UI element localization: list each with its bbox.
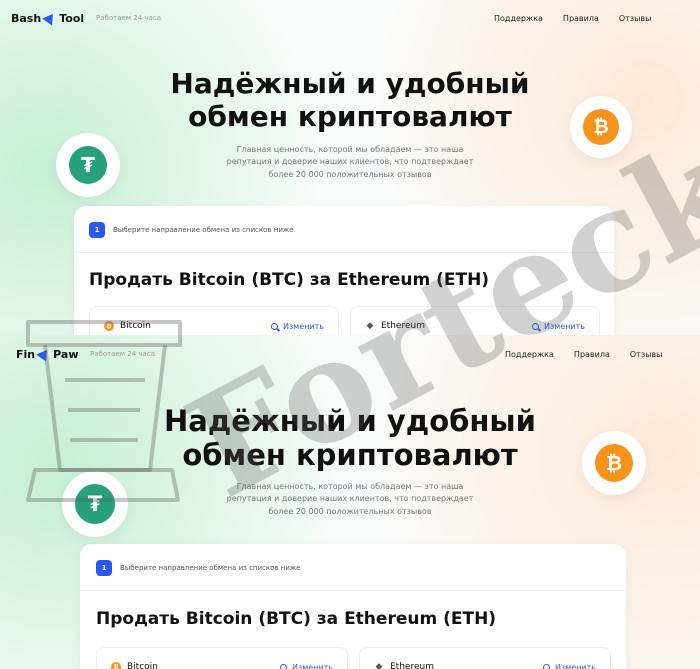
tether-coin-badge: ₮ (56, 133, 120, 197)
step-text: Выберите направление обмена из списков н… (113, 226, 294, 234)
paper-plane-icon (36, 346, 52, 362)
site-logo[interactable]: Bash Tool (11, 10, 85, 26)
from-change-label: Изменить (292, 662, 333, 669)
search-icon (271, 322, 278, 330)
to-change-label: Изменить (555, 662, 596, 669)
nav-rules[interactable]: Правила (574, 350, 610, 359)
logo-text-right: Tool (59, 11, 85, 25)
site-header: Fin Paw Работаем 24 часа Поддержка Прави… (0, 338, 700, 370)
bitcoin-coin-badge: ₿ (582, 431, 646, 495)
tether-icon: ₮ (75, 484, 115, 524)
bitcoin-icon: ₿ (104, 321, 114, 331)
nav-reviews[interactable]: Отзывы (619, 14, 652, 23)
logo-text-left: Bash (11, 11, 42, 25)
exchange-card: 1 Выберите направление обмена из списков… (74, 206, 614, 335)
from-coin-name: Bitcoin (120, 321, 151, 331)
nav-support[interactable]: Поддержка (505, 350, 554, 359)
nav-support[interactable]: Поддержка (494, 14, 543, 23)
hero-title-line1: Надёжный и удобный (164, 404, 536, 438)
to-currency-select[interactable]: ◆ Ethereum Изменить (350, 306, 600, 335)
divider (74, 252, 614, 253)
step-number: 1 (89, 222, 105, 238)
main-nav: Поддержка Правила Отзывы (494, 14, 651, 23)
from-change-link[interactable]: Изменить (280, 663, 333, 669)
to-currency-select[interactable]: ◆ Ethereum Изменить (359, 647, 611, 669)
bitcoin-icon: ₿ (595, 444, 633, 482)
to-coin-name: Ethereum (390, 662, 434, 669)
to-change-link[interactable]: Изменить (532, 322, 585, 331)
screenshot-bash-tool: Bash Tool Работаем 24 часа Поддержка Пра… (0, 0, 700, 335)
tether-icon: ₮ (69, 146, 107, 184)
exchange-title: Продать Bitcoin (BTC) за Ethereum (ETH) (96, 609, 497, 629)
divider (80, 590, 626, 591)
to-coin-name: Ethereum (381, 321, 425, 331)
search-icon (280, 663, 287, 669)
from-currency-select[interactable]: ₿ Bitcoin Изменить (96, 647, 348, 669)
search-icon (532, 322, 539, 330)
from-coin-name: Bitcoin (127, 662, 158, 669)
site-header: Bash Tool Работаем 24 часа Поддержка Пра… (0, 2, 700, 34)
from-change-label: Изменить (283, 321, 324, 331)
exchange-step: 1 Выберите направление обмена из списков… (96, 560, 301, 576)
to-change-link[interactable]: Изменить (543, 663, 596, 669)
bitcoin-coin-badge: ₿ (570, 96, 632, 158)
nav-reviews[interactable]: Отзывы (630, 350, 663, 359)
exchange-step: 1 Выберите направление обмена из списков… (89, 222, 294, 238)
main-nav: Поддержка Правила Отзывы (505, 350, 662, 359)
to-change-label: Изменить (544, 321, 585, 331)
ethereum-icon: ◆ (366, 321, 374, 331)
paper-plane-icon (42, 10, 58, 26)
from-currency-select[interactable]: ₿ Bitcoin Изменить (89, 306, 339, 335)
search-icon (543, 663, 550, 669)
screenshot-fin-paw: Fin Paw Работаем 24 часа Поддержка Прави… (0, 335, 700, 669)
from-change-link[interactable]: Изменить (271, 322, 324, 331)
logo-text-left: Fin (16, 347, 36, 361)
site-logo[interactable]: Fin Paw (16, 346, 79, 362)
logo-text-right: Paw (53, 347, 79, 361)
working-hours: Работаем 24 часа (90, 350, 155, 358)
tether-coin-badge: ₮ (62, 471, 128, 537)
exchange-card: 1 Выберите направление обмена из списков… (80, 544, 626, 669)
nav-rules[interactable]: Правила (563, 14, 599, 23)
ethereum-icon: ◆ (375, 662, 383, 669)
bitcoin-icon: ₿ (111, 662, 121, 669)
working-hours: Работаем 24 часа (96, 14, 161, 22)
step-text: Выберите направление обмена из списков н… (120, 564, 301, 572)
exchange-title: Продать Bitcoin (BTC) за Ethereum (ETH) (89, 270, 490, 290)
step-number: 1 (96, 560, 112, 576)
bitcoin-icon: ₿ (583, 109, 619, 145)
